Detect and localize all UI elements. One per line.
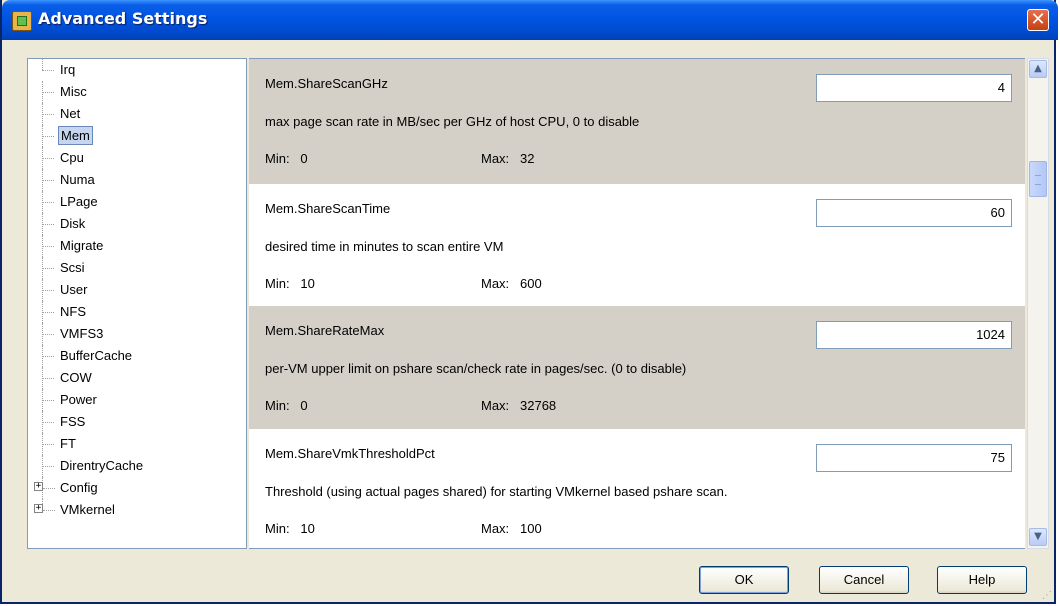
scroll-down-icon[interactable]: ▼ bbox=[1029, 528, 1047, 546]
tree-item-label: Cpu bbox=[60, 150, 84, 165]
tree-item-label: Numa bbox=[60, 172, 95, 187]
tree-item-disk[interactable]: Disk bbox=[28, 213, 246, 235]
help-button-label: Help bbox=[968, 572, 996, 587]
title-bar[interactable]: Advanced Settings ✕ bbox=[2, 0, 1058, 40]
vertical-scrollbar[interactable]: ▲ ▼ bbox=[1027, 58, 1049, 549]
setting-description: per-VM upper limit on pshare scan/check … bbox=[265, 361, 687, 376]
tree-item-label: COW bbox=[60, 370, 92, 385]
tree-item-label: Power bbox=[60, 392, 97, 407]
tree-item-label: FT bbox=[60, 436, 76, 451]
tree-item-vmfs3[interactable]: VMFS3 bbox=[28, 323, 246, 345]
tree-item-label: Config bbox=[60, 480, 98, 495]
setting-row: Mem.ShareScanTime 60 desired time in min… bbox=[249, 184, 1025, 306]
tree-item-label: Migrate bbox=[60, 238, 104, 253]
tree-item-ft[interactable]: FT bbox=[28, 433, 246, 455]
tree-item-migrate[interactable]: Migrate bbox=[28, 235, 246, 257]
expand-icon[interactable]: + bbox=[34, 504, 43, 513]
tree-item-label: Disk bbox=[60, 216, 86, 231]
tree-item-label: Mem bbox=[58, 126, 93, 145]
window-title: Advanced Settings bbox=[38, 9, 208, 28]
cancel-button[interactable]: Cancel bbox=[819, 566, 909, 594]
setting-min: Min: 0 bbox=[265, 398, 308, 413]
tree-item-scsi[interactable]: Scsi bbox=[28, 257, 246, 279]
tree-item-label: FSS bbox=[60, 414, 86, 429]
tree-item-mem[interactable]: Mem bbox=[28, 125, 246, 147]
resize-grip-icon[interactable]: ⋰ bbox=[1042, 590, 1054, 602]
setting-value-input[interactable]: 60 bbox=[816, 199, 1012, 227]
tree-item-user[interactable]: User bbox=[28, 279, 246, 301]
tree-item-label: Net bbox=[60, 106, 81, 121]
setting-min: Min: 0 bbox=[265, 151, 308, 166]
setting-min: Min: 10 bbox=[265, 276, 315, 291]
expand-icon[interactable]: + bbox=[34, 482, 43, 491]
scrollbar-thumb[interactable] bbox=[1029, 161, 1047, 197]
tree-item-label: User bbox=[60, 282, 88, 297]
ok-button[interactable]: OK bbox=[699, 566, 789, 594]
setting-description: desired time in minutes to scan entire V… bbox=[265, 239, 504, 254]
setting-row: Mem.ShareRateMax 1024 per-VM upper limit… bbox=[249, 306, 1025, 429]
settings-app-icon bbox=[12, 11, 32, 31]
setting-description: Threshold (using actual pages shared) fo… bbox=[265, 484, 728, 499]
tree-item-label: DirentryCache bbox=[60, 458, 144, 473]
setting-name: Mem.ShareScanGHz bbox=[265, 76, 388, 91]
setting-row: Mem.ShareVmkThresholdPct 75 Threshold (u… bbox=[249, 429, 1025, 548]
tree-item-numa[interactable]: Numa bbox=[28, 169, 246, 191]
tree-item-label: VMkernel bbox=[60, 502, 115, 517]
setting-min: Min: 10 bbox=[265, 521, 315, 536]
tree-item-vmkernel[interactable]: + VMkernel bbox=[28, 499, 246, 521]
setting-name: Mem.ShareVmkThresholdPct bbox=[265, 446, 435, 461]
tree-item-power[interactable]: Power bbox=[28, 389, 246, 411]
tree-item-label: NFS bbox=[60, 304, 86, 319]
setting-value-input[interactable]: 75 bbox=[816, 444, 1012, 472]
tree-item-label: Irq bbox=[60, 62, 76, 77]
tree-item-label: VMFS3 bbox=[60, 326, 104, 341]
tree-item-label: Misc bbox=[60, 84, 87, 99]
close-button[interactable]: ✕ bbox=[1027, 9, 1049, 31]
tree-item-config[interactable]: + Config bbox=[28, 477, 246, 499]
tree-item-buffercache[interactable]: BufferCache bbox=[28, 345, 246, 367]
tree-item-label: BufferCache bbox=[60, 348, 133, 363]
setting-max: Max: 600 bbox=[481, 276, 542, 291]
tree-item-misc[interactable]: Misc bbox=[28, 81, 246, 103]
setting-max: Max: 100 bbox=[481, 521, 542, 536]
tree-item-label: Scsi bbox=[60, 260, 85, 275]
settings-list: Mem.ShareScanGHz 4 max page scan rate in… bbox=[249, 58, 1025, 549]
category-tree[interactable]: Irq Misc Net Mem Cpu Numa LPage Disk Mig… bbox=[27, 58, 247, 549]
tree-item-fss[interactable]: FSS bbox=[28, 411, 246, 433]
setting-max: Max: 32 bbox=[481, 151, 535, 166]
tree-item-nfs[interactable]: NFS bbox=[28, 301, 246, 323]
setting-value-input[interactable]: 1024 bbox=[816, 321, 1012, 349]
tree-item-lpage[interactable]: LPage bbox=[28, 191, 246, 213]
setting-name: Mem.ShareRateMax bbox=[265, 323, 385, 338]
setting-row: Mem.ShareScanGHz 4 max page scan rate in… bbox=[249, 59, 1025, 184]
setting-value-input[interactable]: 4 bbox=[816, 74, 1012, 102]
tree-item-cow[interactable]: COW bbox=[28, 367, 246, 389]
tree-item-direntrycache[interactable]: DirentryCache bbox=[28, 455, 246, 477]
tree-item-label: LPage bbox=[60, 194, 98, 209]
advanced-settings-window: Advanced Settings ✕ Irq Misc Net Mem Cpu… bbox=[0, 0, 1058, 604]
setting-max: Max: 32768 bbox=[481, 398, 557, 413]
tree-item-cpu[interactable]: Cpu bbox=[28, 147, 246, 169]
setting-description: max page scan rate in MB/sec per GHz of … bbox=[265, 114, 640, 129]
scroll-up-icon[interactable]: ▲ bbox=[1029, 60, 1047, 78]
tree-item-irq[interactable]: Irq bbox=[28, 59, 246, 81]
tree-item-net[interactable]: Net bbox=[28, 103, 246, 125]
help-button[interactable]: Help bbox=[937, 566, 1027, 594]
setting-name: Mem.ShareScanTime bbox=[265, 201, 391, 216]
